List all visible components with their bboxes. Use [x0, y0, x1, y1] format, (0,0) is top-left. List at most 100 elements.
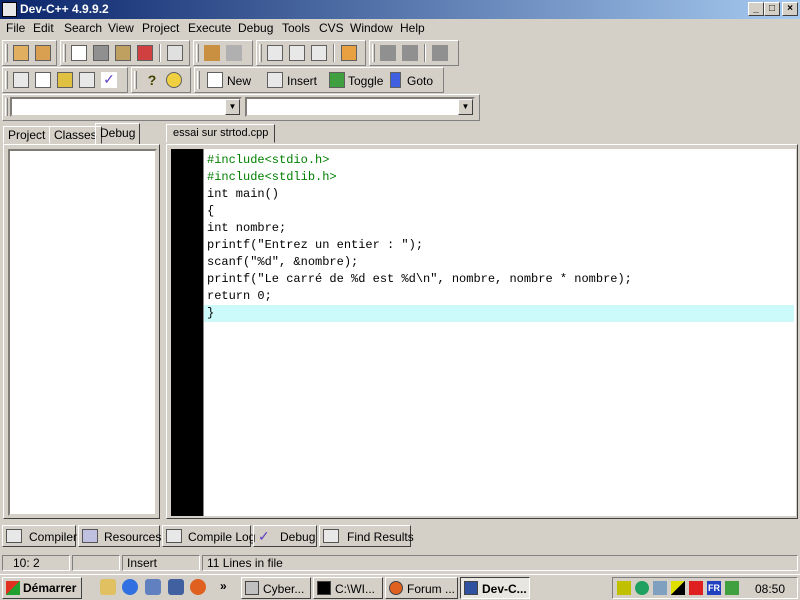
explorer-icon[interactable] [145, 579, 161, 595]
save-icon[interactable] [93, 45, 109, 61]
tab-debug-output[interactable]: ✓ Debug [253, 525, 317, 547]
chevron-right-icon[interactable]: » [220, 579, 227, 593]
save-all-icon[interactable] [115, 45, 131, 61]
minimize-button[interactable]: _ [748, 2, 764, 16]
goto-button[interactable]: Goto [407, 74, 433, 88]
task-cmd[interactable]: C:\WI... [313, 577, 383, 599]
toolbar-grip[interactable] [197, 71, 200, 89]
toolbar-grip[interactable] [63, 44, 66, 62]
code-line: #include<stdio.h> [207, 153, 330, 167]
add-project-icon[interactable] [35, 45, 51, 61]
print-icon[interactable] [167, 45, 183, 61]
replace-icon[interactable] [289, 45, 305, 61]
menu-execute[interactable]: Execute [188, 21, 231, 35]
toolbar-group-undo [193, 40, 253, 66]
goto-icon[interactable] [390, 72, 401, 88]
close-file-icon[interactable] [137, 45, 153, 61]
toolbar-grip[interactable] [5, 71, 8, 89]
insert-icon[interactable] [267, 72, 283, 88]
toggle-button[interactable]: Toggle [348, 74, 383, 88]
help-icon[interactable]: ? [144, 72, 160, 88]
volume-icon[interactable] [617, 581, 631, 595]
task-cyber[interactable]: Cyber... [241, 577, 311, 599]
tab-classes[interactable]: Classes [49, 126, 102, 144]
tab-project[interactable]: Project [3, 126, 51, 144]
tab-compile-log[interactable]: Compile Log [162, 525, 255, 547]
about-icon[interactable] [166, 72, 182, 88]
media-icon[interactable] [168, 579, 184, 595]
find-icon[interactable] [267, 45, 283, 61]
code-line: #include<stdlib.h> [207, 170, 337, 184]
menu-view[interactable]: View [108, 21, 134, 35]
code-area[interactable]: #include<stdio.h> #include<stdlib.h> int… [203, 149, 796, 516]
rebuild-icon[interactable] [79, 72, 95, 88]
toolbar-group-compile: ✓ [2, 67, 128, 93]
goto-line-icon[interactable] [341, 45, 357, 61]
find-next-icon[interactable] [311, 45, 327, 61]
toolbar-grip[interactable] [196, 44, 199, 62]
toolbar-grip[interactable] [134, 71, 137, 89]
app-icon[interactable] [2, 2, 17, 17]
menu-window[interactable]: Window [350, 21, 393, 35]
menu-debug[interactable]: Debug [238, 21, 273, 35]
status-bar: 10: 2 Insert 11 Lines in file [0, 554, 800, 572]
firefox-icon[interactable] [190, 579, 206, 595]
redo-icon[interactable] [226, 45, 242, 61]
separator [333, 44, 335, 62]
window-title: Dev-C++ 4.9.9.2 [20, 2, 109, 16]
toggle-icon[interactable] [329, 72, 345, 88]
update-icon[interactable] [725, 581, 739, 595]
menu-cvs[interactable]: CVS [319, 21, 344, 35]
tab-compiler[interactable]: Compiler [2, 525, 77, 547]
devcpp-icon [464, 581, 478, 595]
compile-log-icon [166, 529, 182, 543]
compile-icon[interactable] [13, 72, 29, 88]
undo-icon[interactable] [204, 45, 220, 61]
toolbar-grip[interactable] [372, 44, 375, 62]
menu-tools[interactable]: Tools [282, 21, 310, 35]
toolbar-grip[interactable] [5, 44, 8, 62]
start-button[interactable]: Démarrer [2, 577, 82, 599]
task-forum[interactable]: Forum ... [385, 577, 458, 599]
menu-file[interactable]: File [6, 21, 25, 35]
editor-gutter[interactable] [171, 149, 203, 516]
tab-resources[interactable]: Resources [78, 525, 161, 547]
antivirus-icon[interactable] [671, 581, 685, 595]
tab-find-results[interactable]: Find Results [319, 525, 414, 547]
class-combo[interactable]: ▼ [10, 97, 242, 117]
forward-icon[interactable] [402, 45, 418, 61]
network-icon[interactable] [635, 581, 649, 595]
toolbar-grip[interactable] [259, 44, 262, 62]
chevron-down-icon[interactable]: ▼ [225, 99, 240, 115]
maximize-button[interactable]: □ [764, 2, 780, 16]
new-file-icon[interactable] [71, 45, 87, 61]
chevron-down-icon[interactable]: ▼ [458, 99, 473, 115]
menu-project[interactable]: Project [142, 21, 179, 35]
new-class-button[interactable]: New [227, 74, 251, 88]
member-combo[interactable]: ▼ [245, 97, 475, 117]
editor-tab[interactable]: essai sur strtod.cpp [166, 124, 276, 143]
new-class-icon[interactable] [207, 72, 223, 88]
menu-help[interactable]: Help [400, 21, 425, 35]
run-icon[interactable] [35, 72, 51, 88]
close-button[interactable]: × [782, 2, 798, 16]
compile-run-icon[interactable] [57, 72, 73, 88]
internet-explorer-icon[interactable] [122, 579, 138, 595]
menu-bar: File Edit Search View Project Execute De… [0, 19, 800, 38]
show-desktop-icon[interactable] [100, 579, 116, 595]
task-devcpp[interactable]: Dev-C... [460, 577, 530, 599]
language-indicator[interactable]: FR [707, 581, 721, 595]
insert-button[interactable]: Insert [287, 74, 317, 88]
acrobat-icon[interactable] [689, 581, 703, 595]
debug-view[interactable] [8, 149, 157, 516]
back-icon[interactable] [380, 45, 396, 61]
toolbar-grip[interactable] [5, 98, 8, 116]
open-project-icon[interactable] [13, 45, 29, 61]
display-icon[interactable] [653, 581, 667, 595]
debug-check-icon[interactable]: ✓ [101, 72, 117, 88]
clock[interactable]: 08:50 [755, 582, 785, 596]
menu-edit[interactable]: Edit [33, 21, 54, 35]
tab-debug[interactable]: Debug [95, 123, 141, 145]
stop-icon[interactable] [432, 45, 448, 61]
menu-search[interactable]: Search [64, 21, 102, 35]
